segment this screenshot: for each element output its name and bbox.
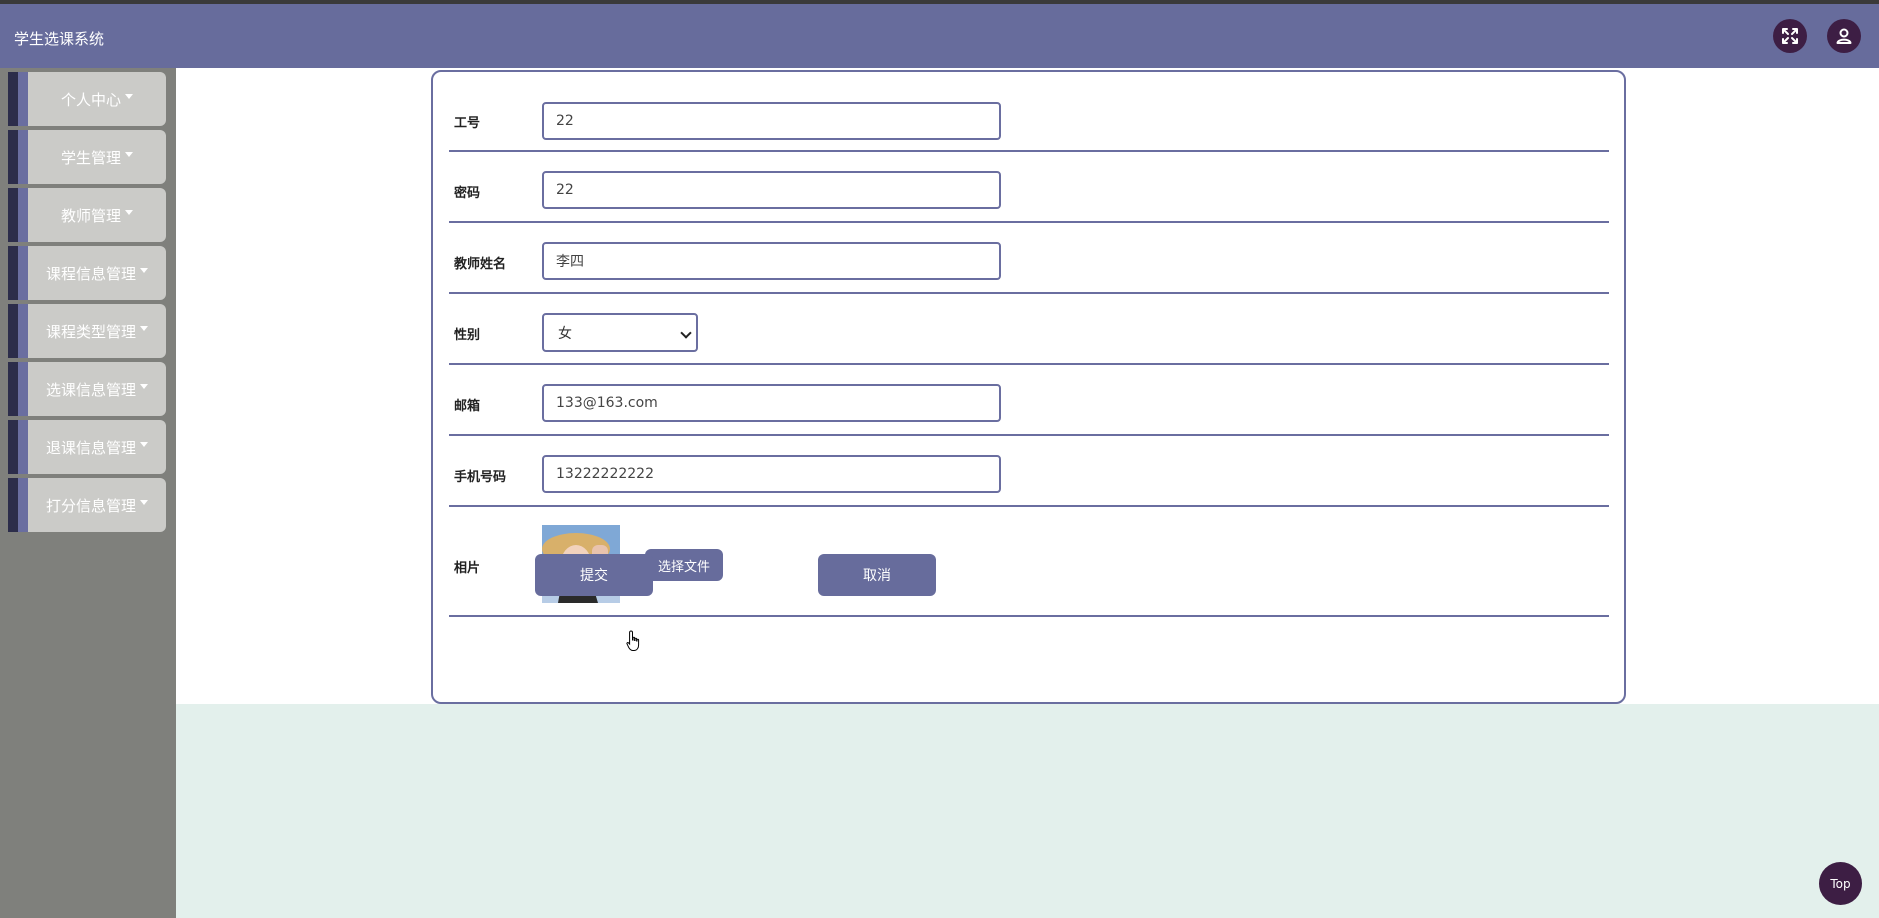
staff-id-label: 工号: [454, 116, 481, 131]
teacher-name-label: 教师姓名: [454, 257, 507, 272]
form-row-gender: 性别 女: [449, 294, 1609, 365]
sidebar-item-label: 课程类型管理: [45, 322, 136, 341]
form-row-phone: 手机号码 13222222222: [449, 436, 1609, 507]
chevron-down-icon: [680, 327, 692, 339]
sidebar-item-label: 退课信息管理: [45, 438, 136, 457]
teacher-name-input[interactable]: 李四: [542, 242, 1001, 280]
sidebar-item-label: 打分信息管理: [45, 496, 136, 515]
password-label: 密码: [454, 186, 481, 201]
sidebar-item-student-management[interactable]: 学生管理: [8, 130, 166, 184]
sidebar-item-label: 课程信息管理: [45, 264, 136, 283]
form-row-email: 邮箱 133@163.com: [449, 365, 1609, 436]
email-label: 邮箱: [454, 399, 481, 414]
email-input[interactable]: 133@163.com: [542, 384, 1001, 422]
photo-label: 相片: [454, 561, 481, 576]
app-header: 学生选课系统: [0, 4, 1879, 68]
phone-label: 手机号码: [454, 470, 507, 485]
caret-down-icon: [125, 151, 133, 157]
fullscreen-icon: [1782, 28, 1798, 44]
gender-select[interactable]: 女: [542, 313, 698, 352]
choose-file-button[interactable]: 选择文件: [645, 549, 723, 581]
caret-down-icon: [140, 499, 148, 505]
caret-down-icon: [140, 383, 148, 389]
staff-id-input[interactable]: 22: [542, 102, 1001, 140]
caret-down-icon: [140, 267, 148, 273]
sidebar-item-label: 学生管理: [60, 148, 121, 167]
submit-button[interactable]: 提交: [535, 554, 653, 596]
sidebar-item-course-type[interactable]: 课程类型管理: [8, 304, 166, 358]
gender-selected-value: 女: [558, 325, 572, 342]
sidebar-item-label: 教师管理: [60, 206, 121, 225]
sidebar-item-personal-center[interactable]: 个人中心: [8, 72, 166, 126]
caret-down-icon: [125, 93, 133, 99]
sidebar-item-label: 选课信息管理: [45, 380, 136, 399]
fullscreen-button[interactable]: [1773, 19, 1807, 53]
sidebar-item-withdrawal-info[interactable]: 退课信息管理: [8, 420, 166, 474]
sidebar-item-enrollment-info[interactable]: 选课信息管理: [8, 362, 166, 416]
caret-down-icon: [140, 441, 148, 447]
form-row-staff-id: 工号 22: [449, 72, 1609, 152]
app-title: 学生选课系统: [14, 30, 105, 48]
hand-cursor-icon: [626, 630, 640, 651]
sidebar-item-course-info[interactable]: 课程信息管理: [8, 246, 166, 300]
password-input[interactable]: 22: [542, 171, 1001, 209]
caret-down-icon: [140, 325, 148, 331]
sidebar-item-grading-info[interactable]: 打分信息管理: [8, 478, 166, 532]
cancel-button[interactable]: 取消: [818, 554, 936, 596]
sidebar-item-teacher-management[interactable]: 教师管理: [8, 188, 166, 242]
sidebar-item-label: 个人中心: [60, 90, 121, 109]
caret-down-icon: [125, 209, 133, 215]
form-row-password: 密码 22: [449, 152, 1609, 223]
user-menu-button[interactable]: [1827, 19, 1861, 53]
gender-label: 性别: [454, 328, 481, 343]
form-row-teacher-name: 教师姓名 李四: [449, 223, 1609, 294]
back-to-top-button[interactable]: Top: [1819, 862, 1862, 905]
sidebar: 个人中心 学生管理 教师管理 课程信息管理 课程类型管理 选课信息管理 退课信息…: [0, 68, 176, 918]
phone-input[interactable]: 13222222222: [542, 455, 1001, 493]
teacher-edit-form: 工号 22 密码 22 教师姓名 李四 性别 女 邮箱 133@163.com …: [431, 70, 1626, 704]
user-icon: [1836, 28, 1852, 44]
